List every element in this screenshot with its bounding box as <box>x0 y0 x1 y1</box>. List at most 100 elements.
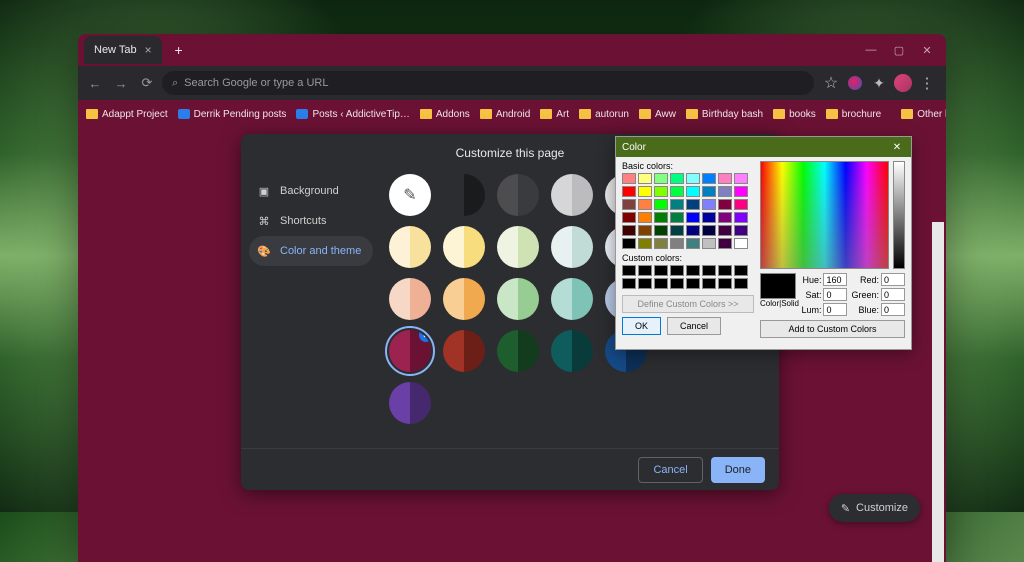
bookmark-item[interactable]: Adappt Project <box>86 109 168 120</box>
forward-button[interactable]: → <box>110 72 132 94</box>
basic-color-swatch[interactable] <box>654 173 668 184</box>
custom-color-swatch[interactable] <box>622 278 636 289</box>
bookmark-item[interactable]: Android <box>480 109 530 120</box>
omnibox[interactable]: ⌕ Search Google or type a URL <box>162 71 814 95</box>
basic-color-swatch[interactable] <box>670 238 684 249</box>
basic-color-swatch[interactable] <box>622 212 636 223</box>
bookmark-item[interactable]: autorun <box>579 109 629 120</box>
basic-color-swatch[interactable] <box>734 238 748 249</box>
color-swatch[interactable] <box>389 226 431 268</box>
window-close-button[interactable]: ✕ <box>920 44 934 57</box>
extensions-puzzle-icon[interactable]: ✦ <box>870 74 888 92</box>
basic-color-swatch[interactable] <box>702 186 716 197</box>
window-minimize-button[interactable]: — <box>864 44 878 57</box>
bookmark-item[interactable]: Derrik Pending posts <box>178 109 287 120</box>
color-swatch[interactable]: ✎ <box>389 174 431 216</box>
lum-input[interactable] <box>823 303 847 316</box>
basic-color-swatch[interactable] <box>702 225 716 236</box>
basic-color-swatch[interactable] <box>638 199 652 210</box>
custom-color-swatch[interactable] <box>718 265 732 276</box>
color-swatch[interactable] <box>443 174 485 216</box>
green-input[interactable] <box>881 288 905 301</box>
custom-color-swatch[interactable] <box>702 278 716 289</box>
custom-color-swatch[interactable] <box>702 265 716 276</box>
basic-color-swatch[interactable] <box>686 173 700 184</box>
basic-color-swatch[interactable] <box>734 225 748 236</box>
menu-color-theme[interactable]: 🎨 Color and theme <box>249 236 373 266</box>
bookmark-item[interactable]: Birthday bash <box>686 109 763 120</box>
page-scrollbar[interactable] <box>932 222 944 562</box>
basic-color-swatch[interactable] <box>670 212 684 223</box>
basic-color-swatch[interactable] <box>670 225 684 236</box>
basic-color-swatch[interactable] <box>686 199 700 210</box>
custom-color-swatch[interactable] <box>734 265 748 276</box>
bookmark-item[interactable]: Art <box>540 109 569 120</box>
customize-page-button[interactable]: ✎ Customize <box>829 494 920 522</box>
bookmark-item[interactable]: Aww <box>639 109 676 120</box>
profile-avatar[interactable] <box>894 74 912 92</box>
custom-color-swatch[interactable] <box>638 265 652 276</box>
bookmark-item[interactable]: books <box>773 109 816 120</box>
menu-background[interactable]: ▣ Background <box>249 176 373 206</box>
basic-color-swatch[interactable] <box>622 238 636 249</box>
basic-color-swatch[interactable] <box>622 199 636 210</box>
color-dialog-close-button[interactable]: ✕ <box>889 140 905 154</box>
basic-color-swatch[interactable] <box>686 225 700 236</box>
basic-color-swatch[interactable] <box>638 186 652 197</box>
basic-color-swatch[interactable] <box>638 173 652 184</box>
basic-color-swatch[interactable] <box>654 199 668 210</box>
star-bookmark-icon[interactable]: ☆ <box>822 74 840 92</box>
color-dialog-titlebar[interactable]: Color ✕ <box>616 137 911 157</box>
basic-color-swatch[interactable] <box>734 212 748 223</box>
basic-color-swatch[interactable] <box>638 238 652 249</box>
basic-color-swatch[interactable] <box>718 186 732 197</box>
back-button[interactable]: ← <box>84 72 106 94</box>
basic-color-swatch[interactable] <box>654 225 668 236</box>
dialog-cancel-button[interactable]: Cancel <box>638 457 702 483</box>
basic-color-swatch[interactable] <box>734 186 748 197</box>
basic-color-swatch[interactable] <box>670 186 684 197</box>
bookmark-item[interactable]: Addons <box>420 109 470 120</box>
bookmark-item[interactable]: Posts ‹ AddictiveTip… <box>296 109 409 120</box>
custom-color-swatch[interactable] <box>686 265 700 276</box>
color-swatch[interactable] <box>497 330 539 372</box>
color-swatch[interactable] <box>443 330 485 372</box>
color-swatch[interactable] <box>443 226 485 268</box>
color-cancel-button[interactable]: Cancel <box>667 317 721 335</box>
basic-color-swatch[interactable] <box>702 199 716 210</box>
basic-color-swatch[interactable] <box>622 186 636 197</box>
basic-color-swatch[interactable] <box>638 212 652 223</box>
basic-color-swatch[interactable] <box>670 173 684 184</box>
blue-input[interactable] <box>881 303 905 316</box>
basic-color-swatch[interactable] <box>638 225 652 236</box>
basic-color-swatch[interactable] <box>622 225 636 236</box>
color-swatch[interactable] <box>389 382 431 424</box>
basic-color-swatch[interactable] <box>718 225 732 236</box>
other-bookmarks[interactable]: Other bookmarks <box>901 109 946 120</box>
basic-color-swatch[interactable] <box>686 238 700 249</box>
color-swatch[interactable] <box>551 174 593 216</box>
red-input[interactable] <box>881 273 905 286</box>
custom-color-swatch[interactable] <box>686 278 700 289</box>
color-swatch[interactable] <box>497 174 539 216</box>
custom-color-swatch[interactable] <box>670 265 684 276</box>
custom-color-swatch[interactable] <box>734 278 748 289</box>
custom-color-swatch[interactable] <box>622 265 636 276</box>
basic-color-swatch[interactable] <box>622 173 636 184</box>
dialog-done-button[interactable]: Done <box>711 457 765 483</box>
color-swatch[interactable]: ✓ <box>389 330 431 372</box>
chrome-menu-button[interactable]: ⋮ <box>918 74 936 92</box>
custom-color-swatch[interactable] <box>654 265 668 276</box>
color-swatch[interactable] <box>551 278 593 320</box>
color-gradient-field[interactable] <box>760 161 889 269</box>
custom-color-swatch[interactable] <box>670 278 684 289</box>
basic-color-swatch[interactable] <box>670 199 684 210</box>
basic-color-swatch[interactable] <box>654 186 668 197</box>
basic-color-swatch[interactable] <box>718 212 732 223</box>
color-swatch[interactable] <box>551 226 593 268</box>
browser-tab[interactable]: New Tab × <box>84 36 162 64</box>
basic-color-swatch[interactable] <box>734 173 748 184</box>
color-swatch[interactable] <box>443 278 485 320</box>
basic-color-swatch[interactable] <box>718 173 732 184</box>
define-custom-colors-button[interactable]: Define Custom Colors >> <box>622 295 754 313</box>
